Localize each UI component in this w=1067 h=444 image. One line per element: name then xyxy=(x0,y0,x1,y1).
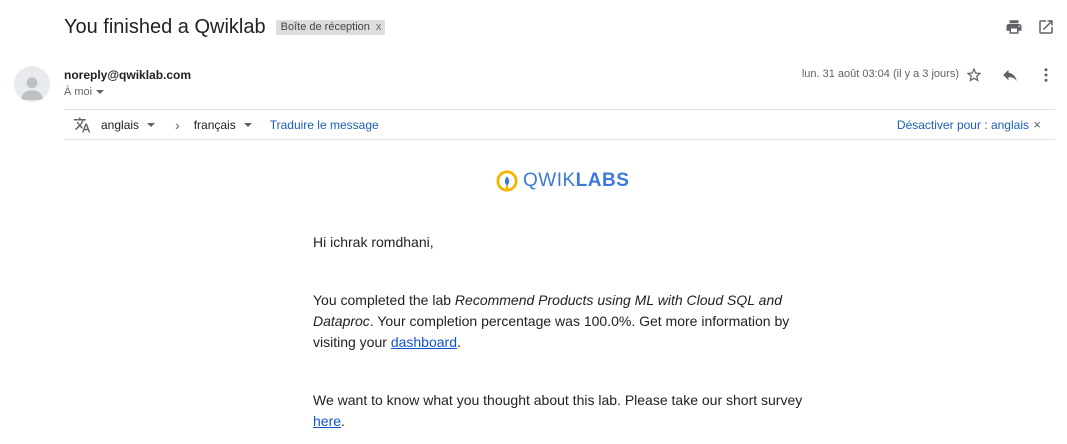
email-body: Hi ichrak romdhani, You completed the la… xyxy=(313,232,813,432)
completion-text-start: You completed the lab xyxy=(313,292,455,308)
more-vert-icon[interactable] xyxy=(1037,66,1055,84)
inbox-label-chip[interactable]: Boîte de réception x xyxy=(275,20,386,35)
greeting: Hi ichrak romdhani, xyxy=(313,234,434,250)
logo-text-part1: QWIK xyxy=(523,170,576,191)
remove-label-button[interactable]: x xyxy=(376,21,382,33)
disable-translation-link[interactable]: Désactiver pour : anglais xyxy=(897,118,1029,132)
chevron-down-icon xyxy=(147,122,156,127)
recipient-details-toggle[interactable]: À moi xyxy=(64,86,105,98)
survey-text: We want to know what you thought about t… xyxy=(313,392,803,408)
top-actions xyxy=(1005,18,1055,36)
sender-email[interactable]: noreply@qwiklab.com xyxy=(64,68,191,82)
completion-text-end: . xyxy=(456,334,461,350)
reply-icon[interactable] xyxy=(1001,66,1019,84)
email-subject: You finished a Qwiklab xyxy=(64,16,266,38)
chevron-down-icon xyxy=(96,90,105,94)
source-language-select[interactable]: anglais xyxy=(101,117,156,132)
qwiklabs-logo: QWIKLABS xyxy=(496,170,629,192)
source-language-label: anglais xyxy=(101,117,140,132)
label-text: Boîte de réception xyxy=(280,21,370,33)
sender-row: noreply@qwiklab.com À moi lun. 31 août 0… xyxy=(14,66,1055,106)
completion-text-mid: . Your completion percentage was 100.0%.… xyxy=(313,313,790,350)
logo-text-part2: LABS xyxy=(575,170,630,191)
qwiklabs-logo-icon xyxy=(496,170,518,192)
survey-paragraph: We want to know what you thought about t… xyxy=(313,390,813,432)
target-language-label: français xyxy=(193,117,236,132)
star-icon[interactable] xyxy=(965,66,983,84)
recipient-label: À moi xyxy=(64,86,93,98)
print-icon[interactable] xyxy=(1005,18,1023,36)
dashboard-link[interactable]: dashboard xyxy=(391,334,457,350)
translate-icon xyxy=(72,115,92,135)
avatar-icon xyxy=(14,66,50,102)
translate-bar: anglais › français Traduire le message D… xyxy=(64,109,1055,140)
chevron-right-icon: › xyxy=(175,116,180,133)
open-in-new-window-icon[interactable] xyxy=(1037,18,1055,36)
completion-paragraph: You completed the lab Recommend Products… xyxy=(313,290,813,353)
qwiklabs-logo-text: QWIKLABS xyxy=(523,170,629,192)
chevron-down-icon xyxy=(243,122,252,127)
email-date: lun. 31 août 03:04 (il y a 3 jours) xyxy=(801,68,959,80)
translate-message-link[interactable]: Traduire le message xyxy=(270,118,379,132)
target-language-select[interactable]: français xyxy=(194,118,252,132)
close-translate-bar-button[interactable]: × xyxy=(1033,117,1041,132)
survey-text-end: . xyxy=(341,413,345,429)
survey-link[interactable]: here xyxy=(313,413,341,429)
sender-actions xyxy=(965,66,1055,84)
subject-row: You finished a Qwiklab Boîte de réceptio… xyxy=(64,16,386,39)
